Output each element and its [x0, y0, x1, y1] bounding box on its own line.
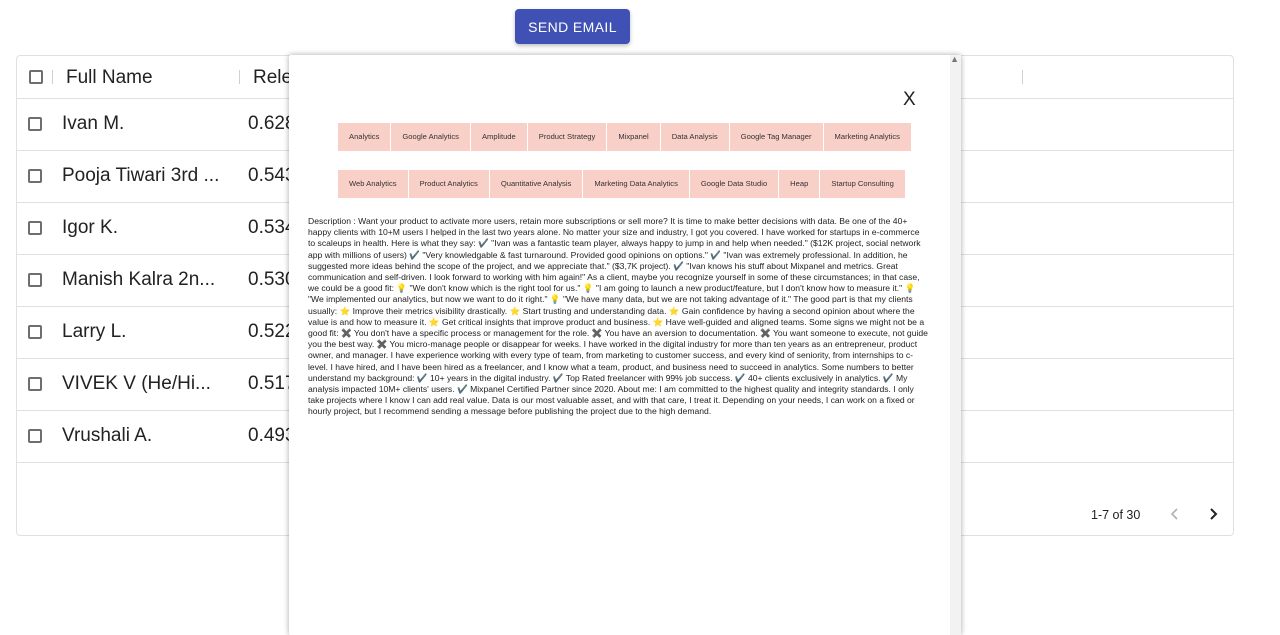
row-checkbox[interactable] — [28, 221, 42, 235]
skill-tag[interactable]: Quantitative Analysis — [489, 170, 584, 198]
row-checkbox[interactable] — [28, 325, 42, 339]
skill-tags-row: Web Analytics Product Analytics Quantita… — [338, 170, 906, 198]
skill-tag[interactable]: Startup Consulting — [820, 170, 906, 198]
chevron-right-icon — [1210, 508, 1218, 520]
skill-tag[interactable]: Web Analytics — [338, 170, 409, 198]
pagination-range: 1-7 of 30 — [1091, 508, 1141, 522]
column-separator[interactable] — [239, 70, 240, 84]
profile-description: Description : Want your product to activ… — [308, 216, 928, 417]
modal-scrollbar[interactable] — [950, 55, 961, 635]
select-all-checkbox[interactable] — [29, 70, 43, 84]
row-checkbox[interactable] — [28, 117, 42, 131]
column-header-full-name[interactable]: Full Name — [66, 67, 153, 89]
candidate-name: Larry L. — [62, 321, 127, 342]
candidate-name: Pooja Tiwari 3rd ... — [62, 165, 220, 186]
candidate-name: Igor K. — [62, 217, 118, 238]
skill-tag[interactable]: Mixpanel — [607, 123, 661, 151]
previous-page-button[interactable] — [1164, 503, 1186, 525]
row-checkbox[interactable] — [28, 377, 42, 391]
skill-tag[interactable]: Google Tag Manager — [729, 123, 824, 151]
close-modal-button[interactable]: X — [903, 89, 916, 111]
skill-tag[interactable]: Marketing Analytics — [823, 123, 912, 151]
candidate-name: VIVEK V (He/Hi... — [62, 373, 211, 394]
scroll-up-arrow-icon[interactable]: ▲ — [950, 54, 959, 64]
next-page-button[interactable] — [1202, 503, 1224, 525]
profile-modal: ▲ X Analytics Google Analytics Amplitude… — [289, 54, 961, 635]
row-checkbox[interactable] — [28, 273, 42, 287]
skill-tag[interactable]: Product Strategy — [527, 123, 608, 151]
column-separator[interactable] — [1022, 70, 1023, 84]
chevron-left-icon — [1170, 508, 1178, 520]
candidate-name: Ivan M. — [62, 113, 125, 134]
send-email-button[interactable]: SEND EMAIL — [515, 9, 630, 44]
column-header-relevance[interactable]: Rele — [253, 67, 292, 89]
skill-tag[interactable]: Product Analytics — [408, 170, 490, 198]
skill-tag[interactable]: Data Analysis — [660, 123, 730, 151]
skill-tag[interactable]: Marketing Data Analytics — [583, 170, 690, 198]
skill-tags-row: Analytics Google Analytics Amplitude Pro… — [338, 123, 912, 151]
column-separator[interactable] — [52, 70, 53, 84]
row-checkbox[interactable] — [28, 429, 42, 443]
skill-tag[interactable]: Amplitude — [470, 123, 528, 151]
skill-tag[interactable]: Google Data Studio — [689, 170, 780, 198]
skill-tag[interactable]: Analytics — [338, 123, 392, 151]
skill-tag[interactable]: Google Analytics — [391, 123, 471, 151]
skill-tag[interactable]: Heap — [779, 170, 821, 198]
candidate-name: Manish Kalra 2n... — [62, 269, 216, 290]
row-checkbox[interactable] — [28, 169, 42, 183]
candidate-name: Vrushali A. — [62, 425, 153, 446]
